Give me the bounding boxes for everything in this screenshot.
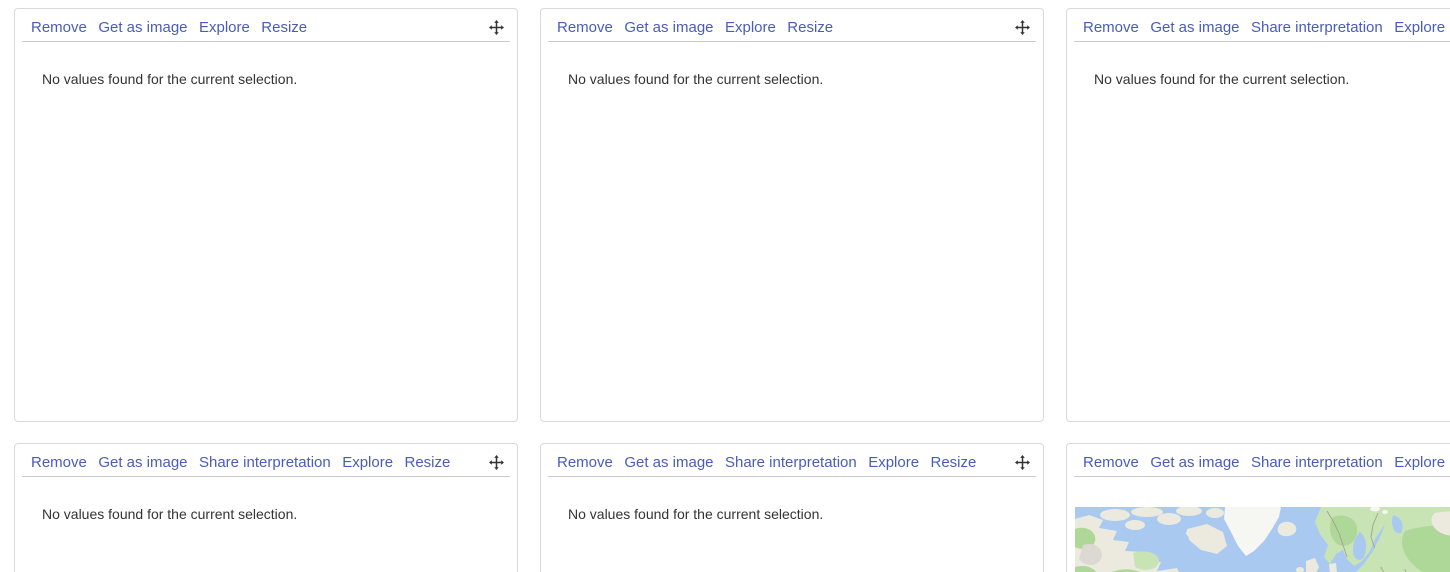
dashboard-grid: Remove Get as image Explore Resize No va… (0, 0, 1450, 572)
explore-link[interactable]: Explore (725, 19, 776, 36)
header-divider (548, 476, 1036, 477)
explore-link[interactable]: Explore (342, 454, 393, 471)
no-values-message: No values found for the current selectio… (42, 506, 503, 523)
dashboard-item: Remove Get as image Share interpretation… (1066, 443, 1450, 572)
no-values-message: No values found for the current selectio… (568, 71, 1029, 88)
dashboard-item: Remove Get as image Share interpretation… (540, 443, 1044, 572)
resize-link[interactable]: Resize (261, 19, 307, 36)
no-values-message: No values found for the current selectio… (1094, 71, 1450, 88)
share-interpretation-link[interactable]: Share interpretation (199, 454, 331, 471)
get-as-image-link[interactable]: Get as image (1150, 454, 1239, 471)
share-interpretation-link[interactable]: Share interpretation (1251, 454, 1383, 471)
move-icon[interactable] (1015, 455, 1030, 470)
header-divider (22, 41, 510, 42)
get-as-image-link[interactable]: Get as image (98, 19, 187, 36)
get-as-image-link[interactable]: Get as image (624, 454, 713, 471)
dashboard-item: Remove Get as image Explore Resize No va… (540, 8, 1044, 422)
item-toolbar: Remove Get as image Share interpretation… (15, 444, 517, 472)
move-icon[interactable] (489, 20, 504, 35)
item-toolbar: Remove Get as image Share interpretation… (541, 444, 1043, 472)
no-values-message: No values found for the current selectio… (42, 71, 503, 88)
dashboard-item: Remove Get as image Share interpretation… (1066, 8, 1450, 422)
resize-link[interactable]: Resize (931, 454, 977, 471)
item-toolbar: Remove Get as image Explore Resize (15, 9, 517, 37)
get-as-image-link[interactable]: Get as image (1150, 19, 1239, 36)
move-icon[interactable] (1015, 20, 1030, 35)
move-icon[interactable] (489, 455, 504, 470)
item-toolbar: Remove Get as image Share interpretation… (1067, 444, 1450, 472)
map-thumbnail[interactable] (1075, 507, 1450, 572)
header-divider (1074, 41, 1450, 42)
item-toolbar: Remove Get as image Explore Resize (541, 9, 1043, 37)
no-values-message: No values found for the current selectio… (568, 506, 1029, 523)
explore-link[interactable]: Explore (1394, 454, 1445, 471)
header-divider (1074, 476, 1450, 477)
remove-link[interactable]: Remove (557, 454, 613, 471)
remove-link[interactable]: Remove (1083, 454, 1139, 471)
explore-link[interactable]: Explore (1394, 19, 1445, 36)
explore-link[interactable]: Explore (868, 454, 919, 471)
item-toolbar: Remove Get as image Share interpretation… (1067, 9, 1450, 37)
resize-link[interactable]: Resize (405, 454, 451, 471)
remove-link[interactable]: Remove (557, 19, 613, 36)
explore-link[interactable]: Explore (199, 19, 250, 36)
share-interpretation-link[interactable]: Share interpretation (725, 454, 857, 471)
remove-link[interactable]: Remove (31, 454, 87, 471)
header-divider (22, 476, 510, 477)
resize-link[interactable]: Resize (787, 19, 833, 36)
remove-link[interactable]: Remove (31, 19, 87, 36)
dashboard-item: Remove Get as image Share interpretation… (14, 443, 518, 572)
dashboard-item: Remove Get as image Explore Resize No va… (14, 8, 518, 422)
remove-link[interactable]: Remove (1083, 19, 1139, 36)
get-as-image-link[interactable]: Get as image (624, 19, 713, 36)
header-divider (548, 41, 1036, 42)
share-interpretation-link[interactable]: Share interpretation (1251, 19, 1383, 36)
get-as-image-link[interactable]: Get as image (98, 454, 187, 471)
